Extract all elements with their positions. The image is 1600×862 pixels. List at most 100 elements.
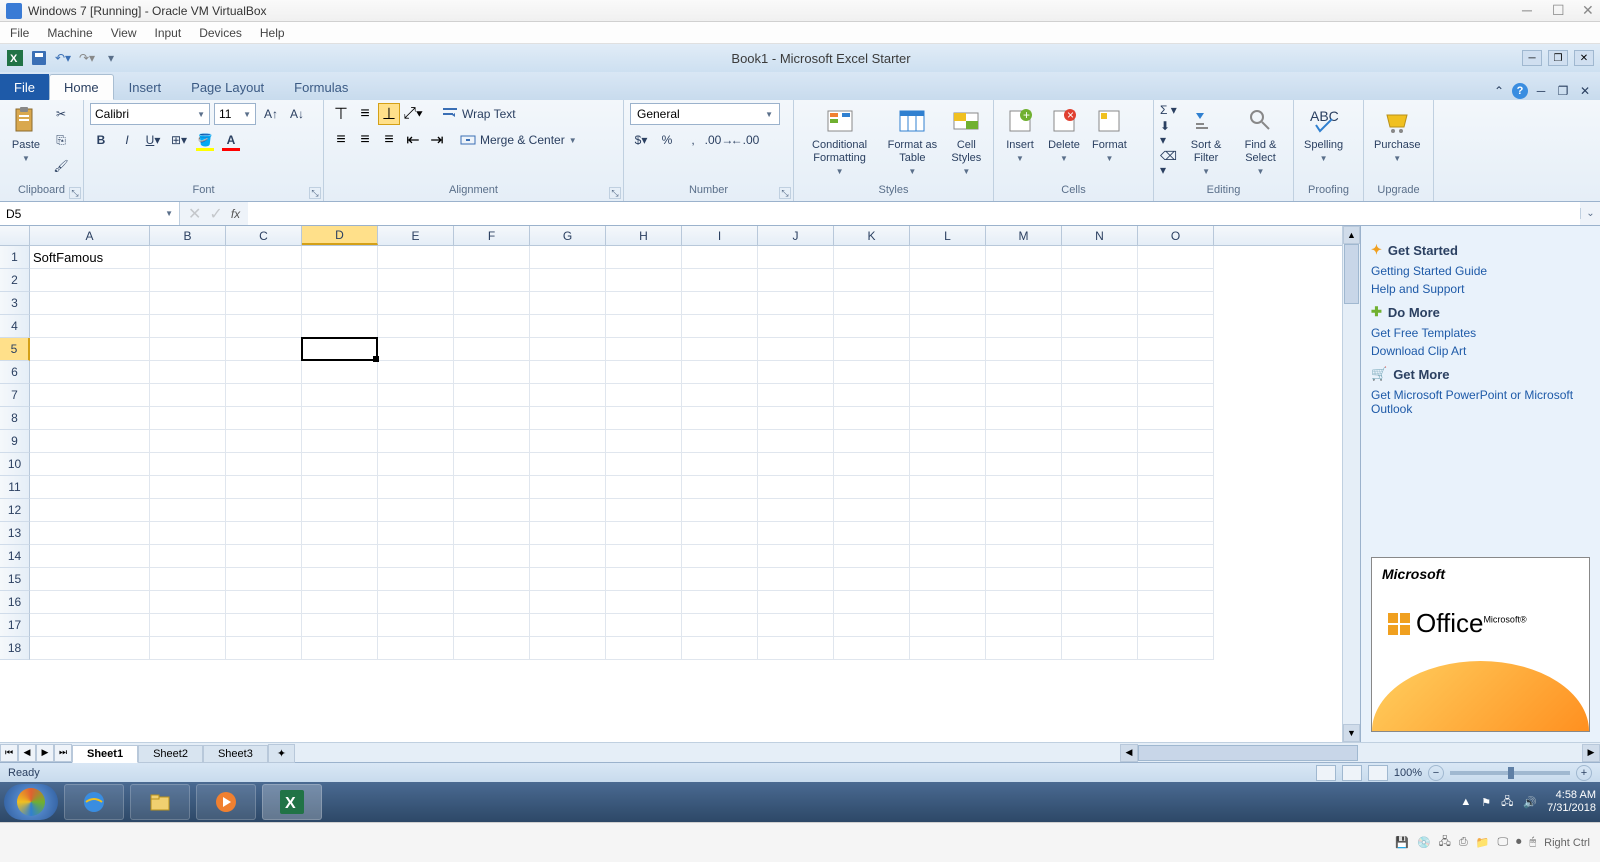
cell[interactable]	[682, 568, 758, 591]
link-free-templates[interactable]: Get Free Templates	[1371, 324, 1590, 342]
vbox-display-icon[interactable]: 🖵	[1497, 836, 1508, 849]
cell[interactable]	[150, 568, 226, 591]
cell[interactable]	[530, 361, 606, 384]
cell[interactable]	[910, 568, 986, 591]
row-header[interactable]: 5	[0, 338, 30, 361]
cell[interactable]	[986, 522, 1062, 545]
vbox-net-icon[interactable]: 🖧	[1439, 833, 1451, 852]
doc-close-button[interactable]: ✕	[1576, 82, 1594, 100]
cell[interactable]	[302, 269, 378, 292]
cell[interactable]	[1062, 614, 1138, 637]
clear-button[interactable]: ⌫ ▾	[1160, 149, 1178, 177]
column-header[interactable]: A	[30, 226, 150, 245]
find-select-button[interactable]: Find & Select▼	[1234, 103, 1287, 179]
taskbar-clock[interactable]: 4:58 AM 7/31/2018	[1547, 789, 1596, 815]
cell[interactable]	[30, 476, 150, 499]
cell[interactable]	[30, 545, 150, 568]
cell[interactable]	[986, 614, 1062, 637]
font-dialog-launcher[interactable]: ⤡	[309, 187, 321, 199]
cell[interactable]	[758, 522, 834, 545]
cell[interactable]	[910, 246, 986, 269]
cell[interactable]	[378, 591, 454, 614]
cell[interactable]	[30, 430, 150, 453]
cell[interactable]	[530, 407, 606, 430]
cell[interactable]	[1138, 591, 1214, 614]
taskbar-ie-icon[interactable]	[64, 784, 124, 820]
cell[interactable]	[302, 384, 378, 407]
cell[interactable]	[1062, 338, 1138, 361]
row-header[interactable]: 17	[0, 614, 30, 637]
cell[interactable]	[758, 430, 834, 453]
cell[interactable]	[30, 361, 150, 384]
format-cells-button[interactable]: Format▼	[1088, 103, 1131, 166]
column-header[interactable]: E	[378, 226, 454, 245]
cell[interactable]	[682, 407, 758, 430]
cell[interactable]	[378, 522, 454, 545]
cell[interactable]: SoftFamous	[30, 246, 150, 269]
cell[interactable]	[378, 453, 454, 476]
cell[interactable]	[302, 499, 378, 522]
page-layout-view-icon[interactable]	[1342, 765, 1362, 781]
vbox-close-button[interactable]: ✕	[1582, 5, 1594, 17]
row-header[interactable]: 9	[0, 430, 30, 453]
cell[interactable]	[226, 361, 302, 384]
cell[interactable]	[758, 246, 834, 269]
redo-icon[interactable]: ↷▾	[78, 49, 96, 67]
link-getting-started-guide[interactable]: Getting Started Guide	[1371, 262, 1590, 280]
cell[interactable]	[986, 269, 1062, 292]
cell[interactable]	[682, 361, 758, 384]
cell[interactable]	[682, 614, 758, 637]
cell[interactable]	[454, 338, 530, 361]
cell[interactable]	[1062, 315, 1138, 338]
scroll-right-icon[interactable]: ▶	[1582, 744, 1600, 762]
delete-cells-button[interactable]: ×Delete▼	[1044, 103, 1084, 166]
cell[interactable]	[302, 338, 378, 361]
cell[interactable]	[150, 614, 226, 637]
zoom-level[interactable]: 100%	[1394, 767, 1422, 779]
cell[interactable]	[1062, 246, 1138, 269]
comma-button[interactable]: ,	[682, 129, 704, 151]
cell[interactable]	[758, 591, 834, 614]
cell[interactable]	[834, 591, 910, 614]
formula-bar-expand-icon[interactable]: ⌄	[1580, 208, 1600, 219]
cell[interactable]	[378, 384, 454, 407]
cell[interactable]	[530, 591, 606, 614]
cell[interactable]	[606, 499, 682, 522]
cell[interactable]	[682, 338, 758, 361]
next-sheet-icon[interactable]: ▶	[36, 744, 54, 762]
office-ad[interactable]: Microsoft OfficeMicrosoft®	[1371, 557, 1590, 732]
column-header[interactable]: M	[986, 226, 1062, 245]
scroll-down-icon[interactable]: ▼	[1343, 724, 1360, 742]
cell[interactable]	[986, 453, 1062, 476]
cell[interactable]	[226, 522, 302, 545]
cell[interactable]	[910, 453, 986, 476]
cell[interactable]	[682, 545, 758, 568]
vbox-menu-view[interactable]: View	[111, 26, 137, 40]
vbox-menu-help[interactable]: Help	[260, 26, 285, 40]
orientation-icon[interactable]: ⤢▾	[402, 103, 424, 125]
tab-insert[interactable]: Insert	[114, 74, 177, 100]
cell[interactable]	[834, 614, 910, 637]
increase-decimal-icon[interactable]: .00→	[708, 129, 730, 151]
cell[interactable]	[606, 338, 682, 361]
horizontal-scrollbar[interactable]: ◀ ▶	[1120, 744, 1600, 762]
cell[interactable]	[226, 637, 302, 660]
vbox-mouse-icon[interactable]: 🖱	[1530, 836, 1537, 849]
cell[interactable]	[226, 614, 302, 637]
vbox-cd-icon[interactable]: 💿	[1417, 836, 1431, 849]
cell[interactable]	[682, 522, 758, 545]
row-header[interactable]: 6	[0, 361, 30, 384]
cell[interactable]	[226, 269, 302, 292]
indent-increase-icon[interactable]: ⇥	[426, 129, 448, 151]
cell[interactable]	[834, 361, 910, 384]
vbox-rec-icon[interactable]: ⏺	[1516, 836, 1522, 849]
cell[interactable]	[378, 614, 454, 637]
cell[interactable]	[682, 476, 758, 499]
wrap-text-button[interactable]: Wrap Text	[438, 103, 520, 125]
merge-center-button[interactable]: Merge & Center▼	[456, 129, 581, 151]
link-help-support[interactable]: Help and Support	[1371, 280, 1590, 298]
vbox-minimize-button[interactable]: ─	[1522, 5, 1534, 17]
column-header[interactable]: F	[454, 226, 530, 245]
qat-customize-icon[interactable]: ▾	[102, 49, 120, 67]
cell[interactable]	[150, 591, 226, 614]
